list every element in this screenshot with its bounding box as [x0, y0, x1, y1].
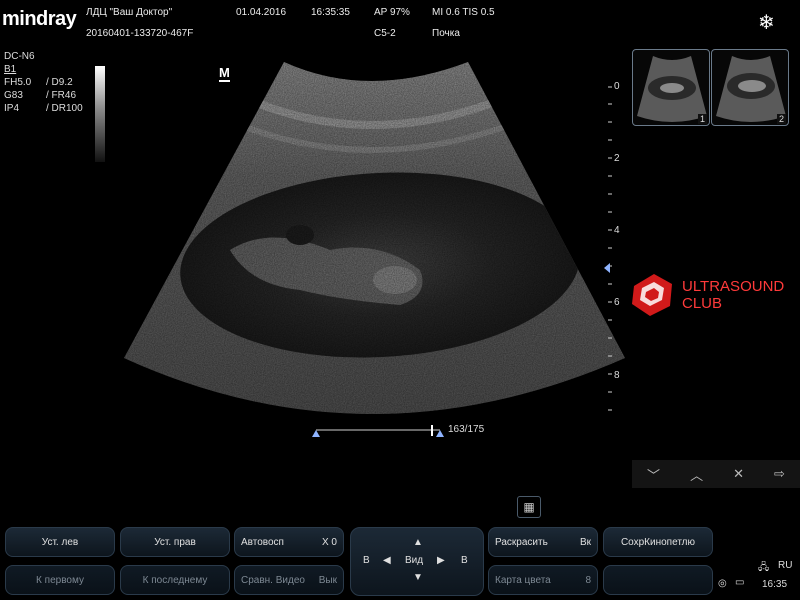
- clinic-name: ЛДЦ "Ваш Доктор": [86, 7, 173, 18]
- arrow-down-icon[interactable]: ▼: [413, 572, 423, 583]
- navpad-right-label: B: [461, 555, 468, 566]
- grayscale-bar: [95, 66, 105, 162]
- set-left-button[interactable]: Уст. лев: [5, 527, 115, 557]
- cine-toolbar: ﹀ ︿ ✕ ⇨: [632, 460, 800, 488]
- mi-tis: MI 0.6 TIS 0.5: [432, 7, 495, 18]
- mode-label: DC-N6: [4, 51, 35, 62]
- compare-video-button[interactable]: Сравн. Видео Вык: [234, 565, 344, 595]
- network-icon: 🖧: [758, 562, 770, 573]
- auto-play-button[interactable]: Автовосп X 0: [234, 527, 344, 557]
- arrow-right-icon[interactable]: ▶: [437, 555, 445, 566]
- orientation-marker: M: [219, 65, 230, 82]
- monitor-icon: ▭: [735, 577, 745, 588]
- imaging-params: DC-N6 B1 FH5.0/ D9.2 G83/ FR46 IP4/ DR10…: [4, 50, 83, 115]
- depth-label: 8: [614, 370, 620, 381]
- cine-thumbnail[interactable]: 1: [632, 49, 710, 126]
- exam-type: Почка: [432, 28, 460, 39]
- close-icon[interactable]: ✕: [733, 466, 744, 482]
- save-cine-button[interactable]: СохрКинопетлю: [603, 527, 713, 557]
- thumbnail-number: 1: [697, 114, 707, 124]
- brand-logo: mindray: [2, 8, 77, 30]
- clock: 16:35: [762, 579, 788, 590]
- exam-time: 16:35:35: [311, 7, 350, 18]
- arrow-left-icon[interactable]: ◀: [383, 555, 391, 566]
- depth-label: 4: [614, 225, 620, 236]
- exam-date: 01.04.2016: [236, 7, 287, 18]
- empty-button[interactable]: [603, 565, 713, 595]
- watermark-text: ULTRASOUND CLUB: [682, 278, 785, 312]
- patient-id: 20160401-133720-467F: [86, 28, 194, 39]
- depth-label: 0: [614, 81, 620, 92]
- page-down-icon[interactable]: ﹀: [647, 465, 660, 484]
- disc-icon: ◎: [718, 578, 727, 589]
- to-first-button[interactable]: К первому: [5, 565, 115, 595]
- mode-sub-label: B1: [4, 64, 17, 75]
- to-last-button[interactable]: К последнему: [120, 565, 230, 595]
- probe-name: C5-2: [374, 28, 396, 39]
- navpad-left-label: B: [363, 555, 370, 566]
- export-icon[interactable]: ⇨: [774, 466, 785, 482]
- cine-frame-label: 163/175: [448, 424, 485, 435]
- depth-label: 2: [614, 153, 620, 164]
- navpad-center-label: Вид: [405, 555, 424, 566]
- language-indicator[interactable]: RU: [778, 560, 792, 571]
- arrow-up-icon[interactable]: ▲: [413, 537, 423, 548]
- acoustic-power: AP 97%: [374, 7, 410, 18]
- view-navpad[interactable]: ▲ ▼ B ◀ Вид ▶ B: [350, 527, 484, 596]
- ultrasound-club-logo: [632, 274, 672, 316]
- snowflake-icon[interactable]: ❄: [758, 10, 775, 35]
- param-row: IP4/ DR100: [4, 103, 83, 114]
- film-strip-icon[interactable]: ▦: [517, 496, 541, 518]
- page-up-icon[interactable]: ︿: [690, 465, 703, 484]
- depth-label: 6: [614, 297, 620, 308]
- thumbnail-number: 2: [776, 114, 786, 124]
- param-row: G83/ FR46: [4, 90, 77, 101]
- set-right-button[interactable]: Уст. прав: [120, 527, 230, 557]
- focus-marker-icon: [604, 263, 610, 273]
- param-row: FH5.0/ D9.2: [4, 77, 73, 88]
- colorize-button[interactable]: Раскрасить Вк: [488, 527, 598, 557]
- cine-thumbnail[interactable]: 2: [711, 49, 789, 126]
- color-map-button[interactable]: Карта цвета 8: [488, 565, 598, 595]
